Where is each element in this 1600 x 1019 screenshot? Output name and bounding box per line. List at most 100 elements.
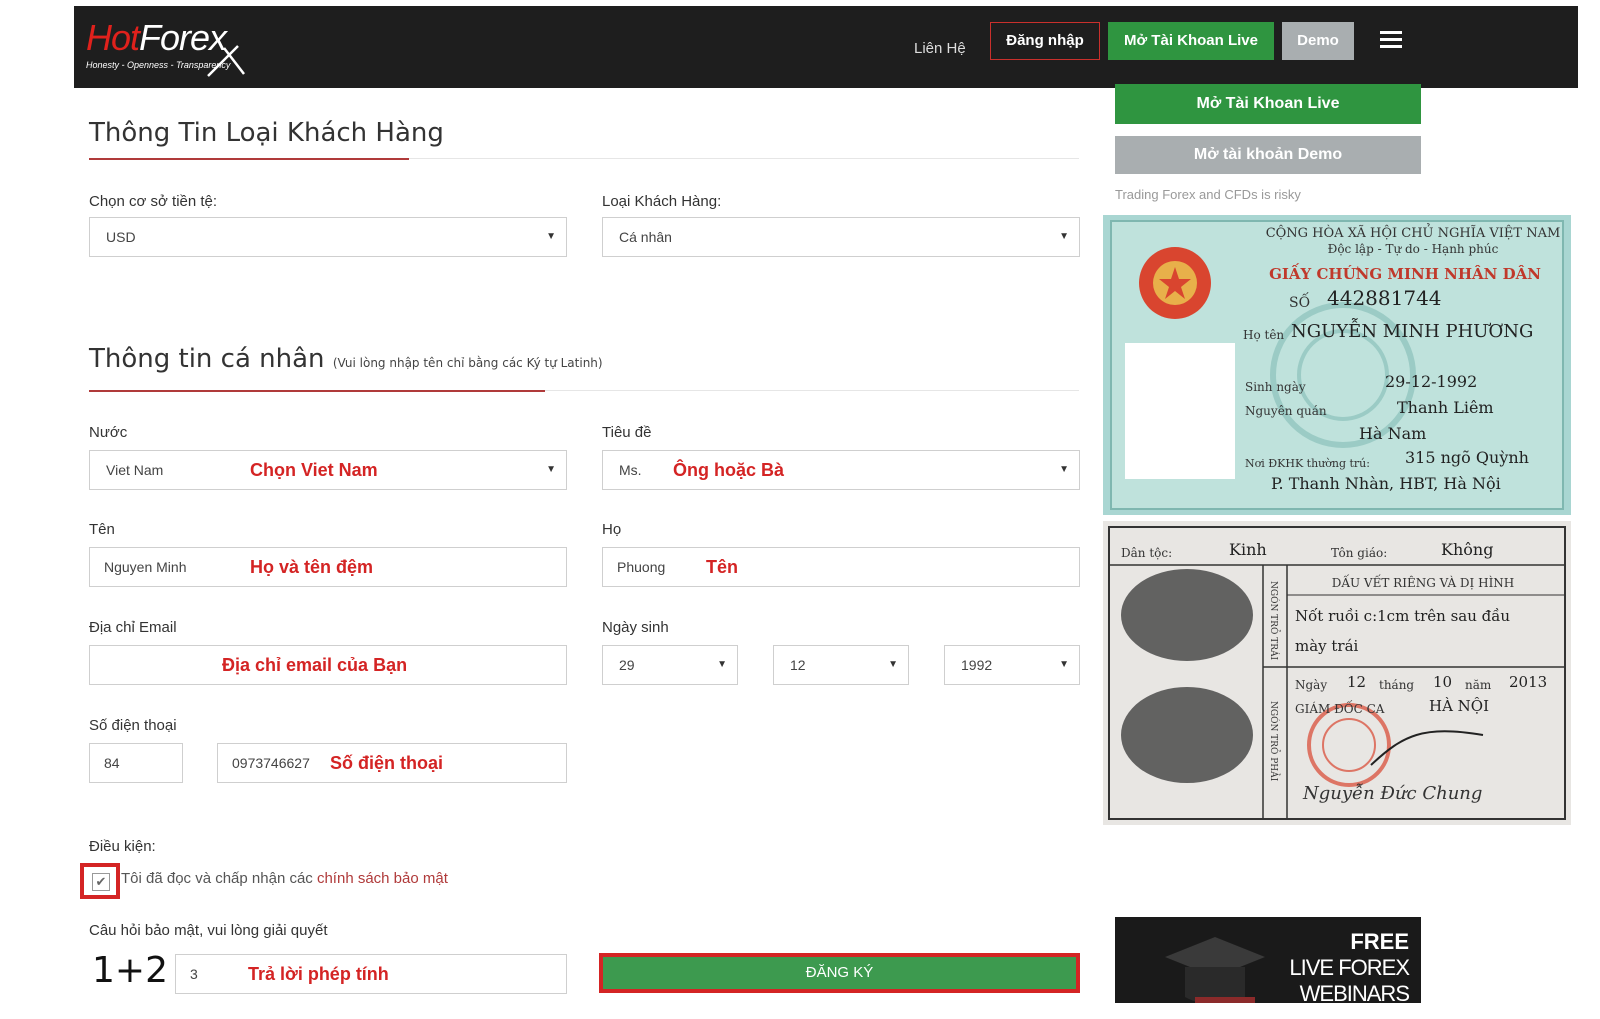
banner-live-forex-text: LIVE FOREX [1289, 955, 1410, 980]
id-name: NGUYỄN MINH PHƯƠNG [1291, 317, 1533, 342]
first-name-value: Nguyen Minh [104, 559, 187, 575]
id-number: 442881744 [1327, 286, 1442, 310]
email-input[interactable]: Địa chỉ email của Bạn [89, 645, 567, 685]
banner-free-text: FREE [1350, 929, 1409, 954]
last-name-value: Phuong [617, 559, 666, 575]
chevron-down-icon: ▼ [1059, 231, 1069, 242]
email-annotation: Địa chỉ email của Bạn [222, 655, 408, 675]
section-personal-info-title: Thông tin cá nhân (Vui lòng nhập tên chỉ… [89, 344, 603, 374]
id-dob-label: Sinh ngày [1245, 380, 1306, 394]
last-name-input[interactable]: Phuong Tên [602, 547, 1080, 587]
id-address-1: 315 ngõ Quỳnh [1405, 448, 1529, 467]
first-name-label: Tên [89, 521, 115, 538]
terms-statement: Tôi đã đọc và chấp nhận các [121, 870, 317, 887]
logo-swoosh-icon [207, 45, 245, 77]
nav-contact-link[interactable]: Liên Hệ [914, 30, 966, 68]
country-annotation: Chọn Viet Nam [250, 460, 378, 480]
id-ethnic-label: Dân tộc: [1121, 546, 1172, 560]
id-origin-label: Nguyên quán [1245, 404, 1327, 418]
photo-area [1125, 343, 1235, 479]
id-card-title: GIẤY CHỨNG MINH NHÂN DÂN [1269, 263, 1541, 283]
chevron-down-icon: ▼ [1059, 659, 1069, 670]
captcha-question: 1+2 [92, 950, 168, 991]
hotforex-logo[interactable]: HotForex Honesty - Openness - Transparen… [86, 17, 246, 77]
first-name-input[interactable]: Nguyen Minh Họ và tên đệm [89, 547, 567, 587]
issue-month: 10 [1433, 673, 1452, 691]
id-religion: Không [1441, 540, 1493, 559]
captcha-label: Câu hỏi bảo mật, vui lòng giải quyết [89, 922, 328, 939]
login-button[interactable]: Đăng nhập [990, 22, 1100, 60]
country-select[interactable]: Viet Nam Chọn Viet Nam ▼ [89, 450, 567, 490]
currency-value: USD [106, 229, 136, 245]
id-religion-label: Tôn giáo: [1331, 546, 1387, 560]
top-navigation-bar: HotForex Honesty - Openness - Transparen… [74, 6, 1578, 88]
register-submit-button[interactable]: ĐĂNG KÝ [599, 953, 1080, 993]
latin-characters-note: (Vui lòng nhập tên chỉ bằng các Ký tự La… [332, 356, 603, 370]
register-button-label: ĐĂNG KÝ [805, 964, 874, 981]
director-label: GIÁM ĐỐC CA [1295, 699, 1385, 716]
webinar-banner[interactable]: FREE LIVE FOREX WEBINARS [1115, 917, 1421, 1003]
dob-month-value: 12 [790, 657, 806, 673]
sidebar-open-live-button[interactable]: Mở Tài Khoan Live [1115, 84, 1421, 124]
first-name-annotation: Họ và tên đệm [250, 557, 374, 577]
last-name-annotation: Tên [706, 557, 739, 577]
section-client-type-title: Thông Tin Loại Khách Hàng [89, 118, 444, 148]
dob-day-select[interactable]: 29 ▼ [602, 645, 738, 685]
captcha-answer-input[interactable]: 3 Trả lời phép tính [175, 954, 567, 994]
country-label: Nước [89, 424, 128, 441]
phone-country-code-input[interactable]: 84 [89, 743, 183, 783]
phone-country-code-value: 84 [104, 755, 120, 771]
id-card-motto: Độc lập - Tự do - Hạnh phúc [1328, 242, 1499, 256]
id-card-image: CỘNG HÒA XÃ HỘI CHỦ NGHĨA VIỆT NAM Độc l… [1103, 215, 1571, 825]
terms-checkbox[interactable]: ✔ [92, 873, 110, 891]
demo-button[interactable]: Demo [1282, 22, 1354, 60]
client-type-select[interactable]: Cá nhân ▼ [602, 217, 1080, 257]
privacy-policy-link[interactable]: chính sách bảo mật [317, 870, 448, 887]
id-marks-title: DẤU VẾT RIÊNG VÀ DỊ HÌNH [1332, 573, 1515, 590]
issue-day: 12 [1347, 673, 1366, 691]
id-card-header: CỘNG HÒA XÃ HỘI CHỦ NGHĨA VIỆT NAM [1266, 223, 1561, 241]
client-type-value: Cá nhân [619, 229, 672, 245]
section-title-underline [89, 390, 545, 392]
email-label: Địa chỉ Email [89, 619, 177, 636]
id-address-2: P. Thanh Nhàn, HBT, Hà Nội [1271, 474, 1501, 493]
open-live-account-button[interactable]: Mở Tài Khoan Live [1108, 22, 1274, 60]
id-dob: 29-12-1992 [1385, 372, 1477, 391]
dob-month-select[interactable]: 12 ▼ [773, 645, 909, 685]
sidebar-open-demo-button[interactable]: Mở tài khoản Demo [1115, 136, 1421, 174]
id-origin-2: Hà Nam [1359, 424, 1426, 443]
chevron-down-icon: ▼ [546, 464, 556, 475]
id-origin-1: Thanh Liêm [1397, 398, 1494, 417]
chevron-down-icon: ▼ [1059, 464, 1069, 475]
dob-year-select[interactable]: 1992 ▼ [944, 645, 1080, 685]
salutation-select[interactable]: Ms. Ông hoặc Bà ▼ [602, 450, 1080, 490]
checkmark-icon: ✔ [95, 874, 107, 889]
menu-hamburger-icon[interactable] [1380, 31, 1402, 51]
logo-hot-text: Hot [86, 17, 140, 58]
id-ethnic: Kinh [1229, 540, 1267, 559]
chevron-down-icon: ▼ [888, 659, 898, 670]
personal-info-title-text: Thông tin cá nhân [89, 344, 325, 374]
id-marks-1: Nốt ruồi c:1cm trên sau đầu [1295, 607, 1510, 625]
risk-warning: Trading Forex and CFDs is risky [1115, 187, 1301, 202]
dob-year-value: 1992 [961, 657, 993, 673]
signer-name: Nguyễn Đức Chung [1302, 783, 1482, 804]
salutation-value: Ms. [619, 462, 642, 478]
terms-label: Điều kiện: [89, 838, 156, 855]
currency-label: Chọn cơ sở tiền tệ: [89, 193, 218, 210]
issue-year: 2013 [1509, 673, 1547, 691]
phone-number-input[interactable]: 0973746627 Số điện thoại [217, 743, 567, 783]
last-name-label: Họ [602, 521, 622, 538]
salutation-annotation: Ông hoặc Bà [673, 460, 785, 480]
id-marks-2: mày trái [1295, 637, 1359, 655]
captcha-annotation: Trả lời phép tính [248, 964, 389, 984]
currency-select[interactable]: USD ▼ [89, 217, 567, 257]
graduation-cap-icon [1165, 937, 1265, 1003]
dob-day-value: 29 [619, 657, 635, 673]
phone-label: Số điện thoại [89, 717, 177, 734]
client-type-label: Loại Khách Hàng: [602, 193, 722, 210]
issue-month-label: tháng [1379, 678, 1414, 692]
dob-label: Ngày sinh [602, 619, 669, 636]
issue-year-label: năm [1465, 678, 1492, 692]
issue-day-label: Ngày [1295, 678, 1327, 692]
